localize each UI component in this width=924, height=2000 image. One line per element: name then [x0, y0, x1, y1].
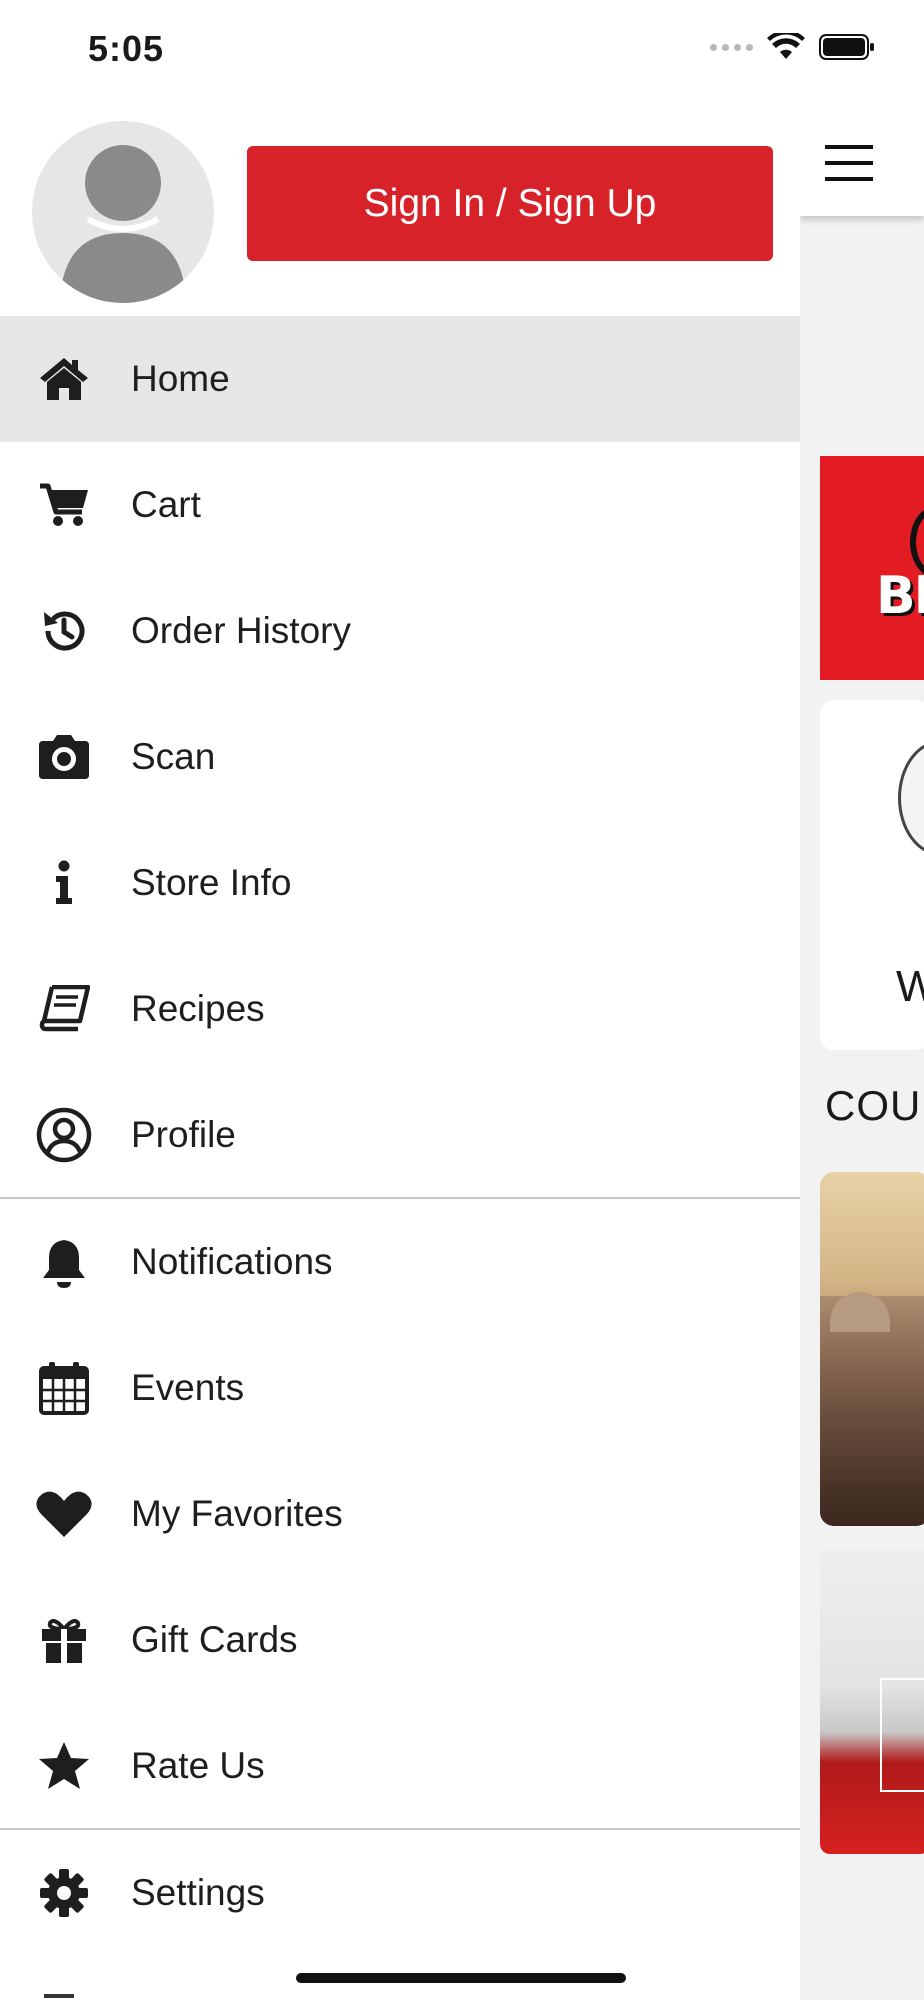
menu-item-store-info[interactable]: Store Info: [0, 820, 800, 946]
cellular-signal-icon: [710, 43, 753, 51]
info-icon: [34, 853, 94, 913]
menu-item-cart[interactable]: Cart: [0, 442, 800, 568]
home-icon: [34, 349, 94, 409]
menu-item-label: Rate Us: [131, 1745, 265, 1786]
bell-icon: [34, 1232, 94, 1292]
camera-icon: [34, 727, 94, 787]
battery-icon: [819, 34, 874, 60]
menu-item-my-favorites[interactable]: My Favorites: [0, 1451, 800, 1577]
book-icon: [34, 979, 94, 1039]
star-icon: [34, 1736, 94, 1796]
menu-item-label: Cart: [131, 484, 201, 525]
welcome-card[interactable]: W: [820, 700, 924, 1050]
menu-item-notifications[interactable]: Notifications: [0, 1199, 800, 1325]
welcome-text: W: [896, 962, 924, 1011]
home-indicator[interactable]: [296, 1973, 626, 1983]
menu-item-label: Home: [131, 358, 230, 399]
status-bar: 5:05: [0, 0, 874, 100]
calendar-icon: [34, 1358, 94, 1418]
avatar[interactable]: [32, 121, 214, 303]
promo-banner[interactable]: BE: [820, 456, 924, 680]
card-frame: [880, 1678, 924, 1792]
promo-logo-text: BE: [876, 566, 924, 626]
menu-item-label: Store Info: [131, 862, 292, 903]
menu-item-rate-us[interactable]: Rate Us: [0, 1703, 800, 1829]
coupon-card[interactable]: [820, 1548, 924, 1854]
user-placeholder-icon: [60, 145, 186, 303]
coupon-card[interactable]: [820, 1172, 924, 1526]
menu-item-label: Notifications: [131, 1241, 333, 1282]
menu-item-label: Events: [131, 1367, 245, 1408]
next-item-partial-icon: [44, 1994, 74, 1998]
gift-icon: [34, 1610, 94, 1670]
menu-item-settings[interactable]: Settings: [0, 1830, 800, 1956]
section-title: COU: [825, 1082, 922, 1129]
menu-item-order-history[interactable]: Order History: [0, 568, 800, 694]
user-circle-icon: [34, 1105, 94, 1165]
cart-icon: [34, 475, 94, 535]
menu-item-events[interactable]: Events: [0, 1325, 800, 1451]
history-icon: [34, 601, 94, 661]
wifi-icon: [767, 33, 805, 59]
status-icons: [710, 33, 875, 61]
navigation-drawer: Sign In / Sign Up Home Cart Order Histor…: [0, 0, 800, 2000]
menu-item-gift-cards[interactable]: Gift Cards: [0, 1577, 800, 1703]
menu-item-label: Profile: [131, 1114, 236, 1155]
welcome-avatar: [898, 740, 924, 856]
menu-item-scan[interactable]: Scan: [0, 694, 800, 820]
menu-item-recipes[interactable]: Recipes: [0, 946, 800, 1072]
menu-item-label: Scan: [131, 736, 216, 777]
hamburger-menu-icon[interactable]: [825, 145, 873, 181]
gear-icon: [34, 1863, 94, 1923]
status-time: 5:05: [88, 28, 165, 69]
sign-in-button[interactable]: Sign In / Sign Up: [247, 146, 773, 261]
menu-item-home[interactable]: Home: [0, 316, 800, 442]
menu-item-profile[interactable]: Profile: [0, 1072, 800, 1198]
main-content-panel: BE W COU: [800, 0, 924, 2000]
heart-icon: [34, 1484, 94, 1544]
menu-item-label: My Favorites: [131, 1493, 343, 1534]
menu-item-label: Order History: [131, 610, 351, 651]
menu-item-label: Recipes: [131, 988, 265, 1029]
menu-item-label: Settings: [131, 1872, 265, 1913]
menu-item-label: Gift Cards: [131, 1619, 298, 1660]
